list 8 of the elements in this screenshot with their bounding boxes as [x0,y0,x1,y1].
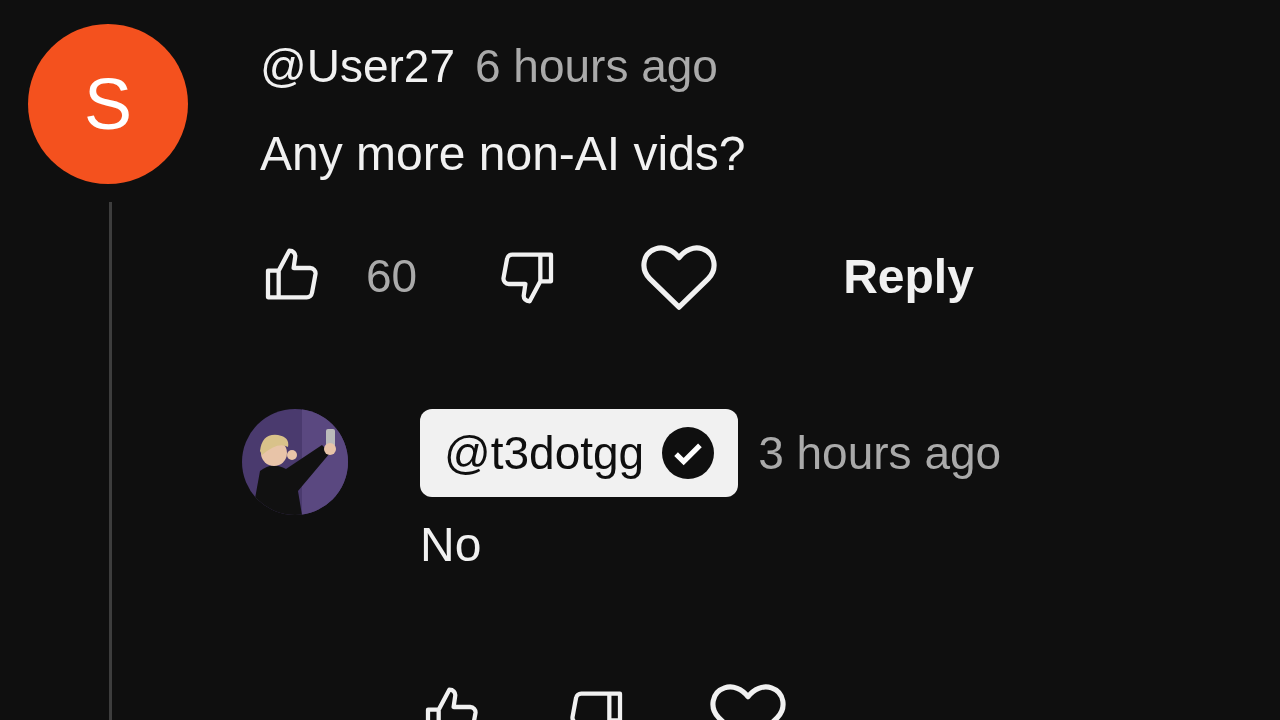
comment-text: Any more non-AI vids? [260,126,747,182]
author-badge[interactable]: @t3dotgg [420,409,739,497]
comment-time: 3 hours ago [758,426,1002,480]
comment-text: No [420,517,483,573]
comment-time: 6 hours ago [475,39,718,93]
author-name[interactable]: @User27 [260,39,455,93]
reply-button[interactable]: Reply [843,248,974,304]
like-count: 60 [366,249,418,303]
